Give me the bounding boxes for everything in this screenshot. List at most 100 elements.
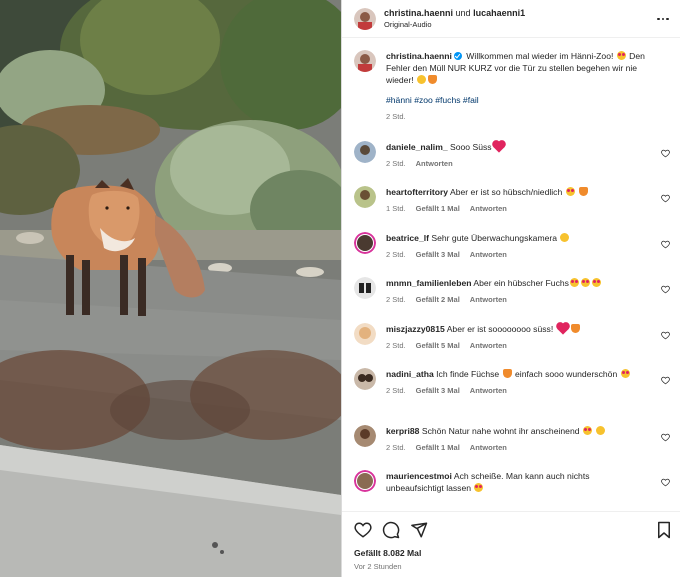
comment-text: Aber er ist so hübsch/niedlich — [450, 187, 563, 198]
comment-likes[interactable]: Gefällt 3 Mal — [416, 385, 460, 397]
comment-text-2: einfach sooo wunderschön — [515, 368, 618, 379]
post-header: christina.haenni und lucahaenni1 Origina… — [342, 0, 680, 38]
comment-item: nadini_atha Ich finde Füchse einfach soo… — [342, 367, 680, 425]
commenter-avatar[interactable] — [354, 141, 376, 163]
commenter-username[interactable]: nadini_atha — [386, 369, 434, 379]
commenter-avatar[interactable] — [354, 322, 376, 345]
heart-eyes-emoji-icon — [620, 368, 630, 378]
comments-list[interactable]: christina.haenni Willkommen mal wieder i… — [342, 38, 680, 511]
joiner-text: und — [455, 7, 471, 18]
comment-item: beatrice_lf Sehr gute Überwachungskamera… — [342, 231, 680, 277]
comment-item: heartofterritory Aber er ist so hübsch/n… — [342, 186, 680, 231]
commenter-avatar[interactable] — [354, 277, 376, 300]
heart-icon[interactable] — [354, 521, 372, 539]
commenter-username[interactable]: miszjazzy0815 — [386, 324, 445, 334]
coauthor-username[interactable]: lucahaenni1 — [473, 8, 525, 18]
comment-likes[interactable]: Gefällt 5 Mal — [416, 340, 460, 352]
commenter-username[interactable]: heartofterritory — [386, 187, 448, 197]
caption-avatar[interactable] — [354, 50, 376, 72]
comment-time: 2 Std. — [386, 295, 406, 305]
audio-link[interactable]: Original-Audio — [384, 19, 525, 31]
comment-time: 1 Std. — [386, 204, 406, 214]
commenter-avatar[interactable] — [354, 231, 376, 254]
commenter-avatar[interactable] — [354, 186, 376, 209]
reply-button[interactable]: Antworten — [416, 158, 453, 170]
post-like-count[interactable]: Gefällt 8.082 Mal — [354, 548, 668, 558]
comment-text: Ich finde Füchse — [436, 368, 500, 379]
heart-eyes-emoji-icon — [580, 278, 590, 288]
commenter-username[interactable]: daniele_nalim_ — [386, 142, 448, 152]
heart-eyes-emoji-icon — [565, 187, 575, 197]
smiling-hearts-emoji-icon — [474, 483, 484, 493]
post-viewer: christina.haenni und lucahaenni1 Origina… — [0, 0, 680, 577]
like-comment-heart-icon[interactable] — [661, 478, 670, 487]
comment-likes[interactable]: Gefällt 3 Mal — [416, 249, 460, 261]
like-comment-heart-icon[interactable] — [661, 240, 670, 249]
comment-item: kerpri88 Schön Natur nahe wohnt ihr ansc… — [342, 424, 680, 470]
fox-scene-image — [0, 0, 341, 577]
comment-likes[interactable]: Gefällt 2 Mal — [416, 294, 460, 306]
commenter-avatar[interactable] — [354, 424, 376, 447]
commenter-avatar[interactable] — [354, 367, 376, 390]
laughing-emoji-icon — [417, 75, 427, 84]
commenter-avatar[interactable] — [354, 470, 376, 493]
like-comment-heart-icon[interactable] — [661, 433, 670, 442]
heart-eyes-emoji-icon — [582, 425, 592, 435]
verified-badge-icon — [453, 52, 462, 60]
comment-item: mnmn_familienleben Aber ein hübscher Fuc… — [342, 277, 680, 322]
comment-time: 2 Std. — [386, 249, 406, 259]
comment-time: 2 Std. — [386, 385, 406, 395]
share-icon[interactable] — [410, 521, 428, 539]
commenter-username[interactable]: kerpri88 — [386, 426, 419, 436]
caption-text: Willkommen mal wieder im Hänni-Zoo! — [466, 51, 614, 61]
post-caption: christina.haenni Willkommen mal wieder i… — [342, 50, 680, 123]
post-timestamp: Vor 2 Stunden — [354, 562, 402, 571]
commenter-username[interactable]: beatrice_lf — [386, 233, 429, 243]
bookmark-icon[interactable] — [656, 521, 672, 539]
reply-button[interactable]: Antworten — [470, 385, 507, 397]
post-video[interactable] — [0, 0, 341, 577]
comment-time: 2 Std. — [386, 159, 406, 168]
heart-eyes-emoji-icon — [591, 278, 601, 288]
comment-text: Schön Natur nahe wohnt ihr anscheinend — [421, 425, 580, 436]
comment-text: Aber ein hübscher Fuchs — [473, 278, 569, 289]
comment-icon[interactable] — [382, 521, 400, 539]
author-avatar[interactable] — [354, 7, 376, 30]
like-comment-heart-icon[interactable] — [661, 331, 670, 340]
like-comment-heart-icon[interactable] — [661, 376, 670, 385]
like-comment-heart-icon[interactable] — [661, 285, 670, 294]
like-comment-heart-icon[interactable] — [661, 194, 670, 203]
fox-emoji-icon — [502, 368, 512, 378]
commenter-username[interactable]: mnmn_familienleben — [386, 278, 471, 288]
author-username[interactable]: christina.haenni — [384, 8, 453, 18]
commenter-username[interactable]: mauriencestmoi — [386, 471, 452, 481]
like-comment-heart-icon[interactable] — [661, 149, 670, 158]
reply-button[interactable]: Antworten — [470, 340, 507, 352]
caption-hashtags[interactable]: #hänni #zoo #fuchs #fail — [386, 94, 648, 106]
reply-button[interactable]: Antworten — [470, 294, 507, 306]
reply-button[interactable]: Antworten — [470, 249, 507, 261]
fox-emoji-icon — [428, 75, 438, 84]
comment-text: Aber er ist soooooooo süss! — [446, 323, 554, 334]
caption-username[interactable]: christina.haenni — [386, 51, 452, 61]
comment-likes[interactable]: Gefällt 1 Mal — [416, 442, 460, 454]
heart-eyes-emoji-icon — [569, 278, 579, 288]
red-heart-emoji-icon — [556, 322, 569, 335]
comment-time: 2 Std. — [386, 442, 406, 452]
post-details-panel: christina.haenni und lucahaenni1 Origina… — [341, 0, 680, 577]
comment-item: mauriencestmoi Ach scheiße. Man kann auc… — [342, 470, 680, 494]
comment-likes[interactable]: Gefällt 1 Mal — [416, 203, 460, 215]
reply-button[interactable]: Antworten — [470, 442, 507, 454]
caption-time: 2 Std. — [386, 112, 406, 121]
fox-emoji-icon — [570, 323, 580, 333]
comment-item: miszjazzy0815 Aber er ist soooooooo süss… — [342, 322, 680, 368]
comment-item: daniele_nalim_ Sooo Süss 2 Std. Antworten — [342, 141, 680, 186]
red-heart-emoji-icon — [492, 141, 505, 153]
more-options-icon[interactable] — [656, 12, 670, 26]
post-footer: Gefällt 8.082 Mal Vor 2 Stunden — [342, 511, 680, 577]
comment-text: Sehr gute Überwachungskamera — [431, 232, 558, 243]
reply-button[interactable]: Antworten — [470, 203, 507, 215]
comment-text: Sooo Süss — [450, 142, 492, 152]
laughing-emoji-icon — [560, 232, 570, 242]
smiling-hearts-emoji-icon — [616, 51, 626, 60]
